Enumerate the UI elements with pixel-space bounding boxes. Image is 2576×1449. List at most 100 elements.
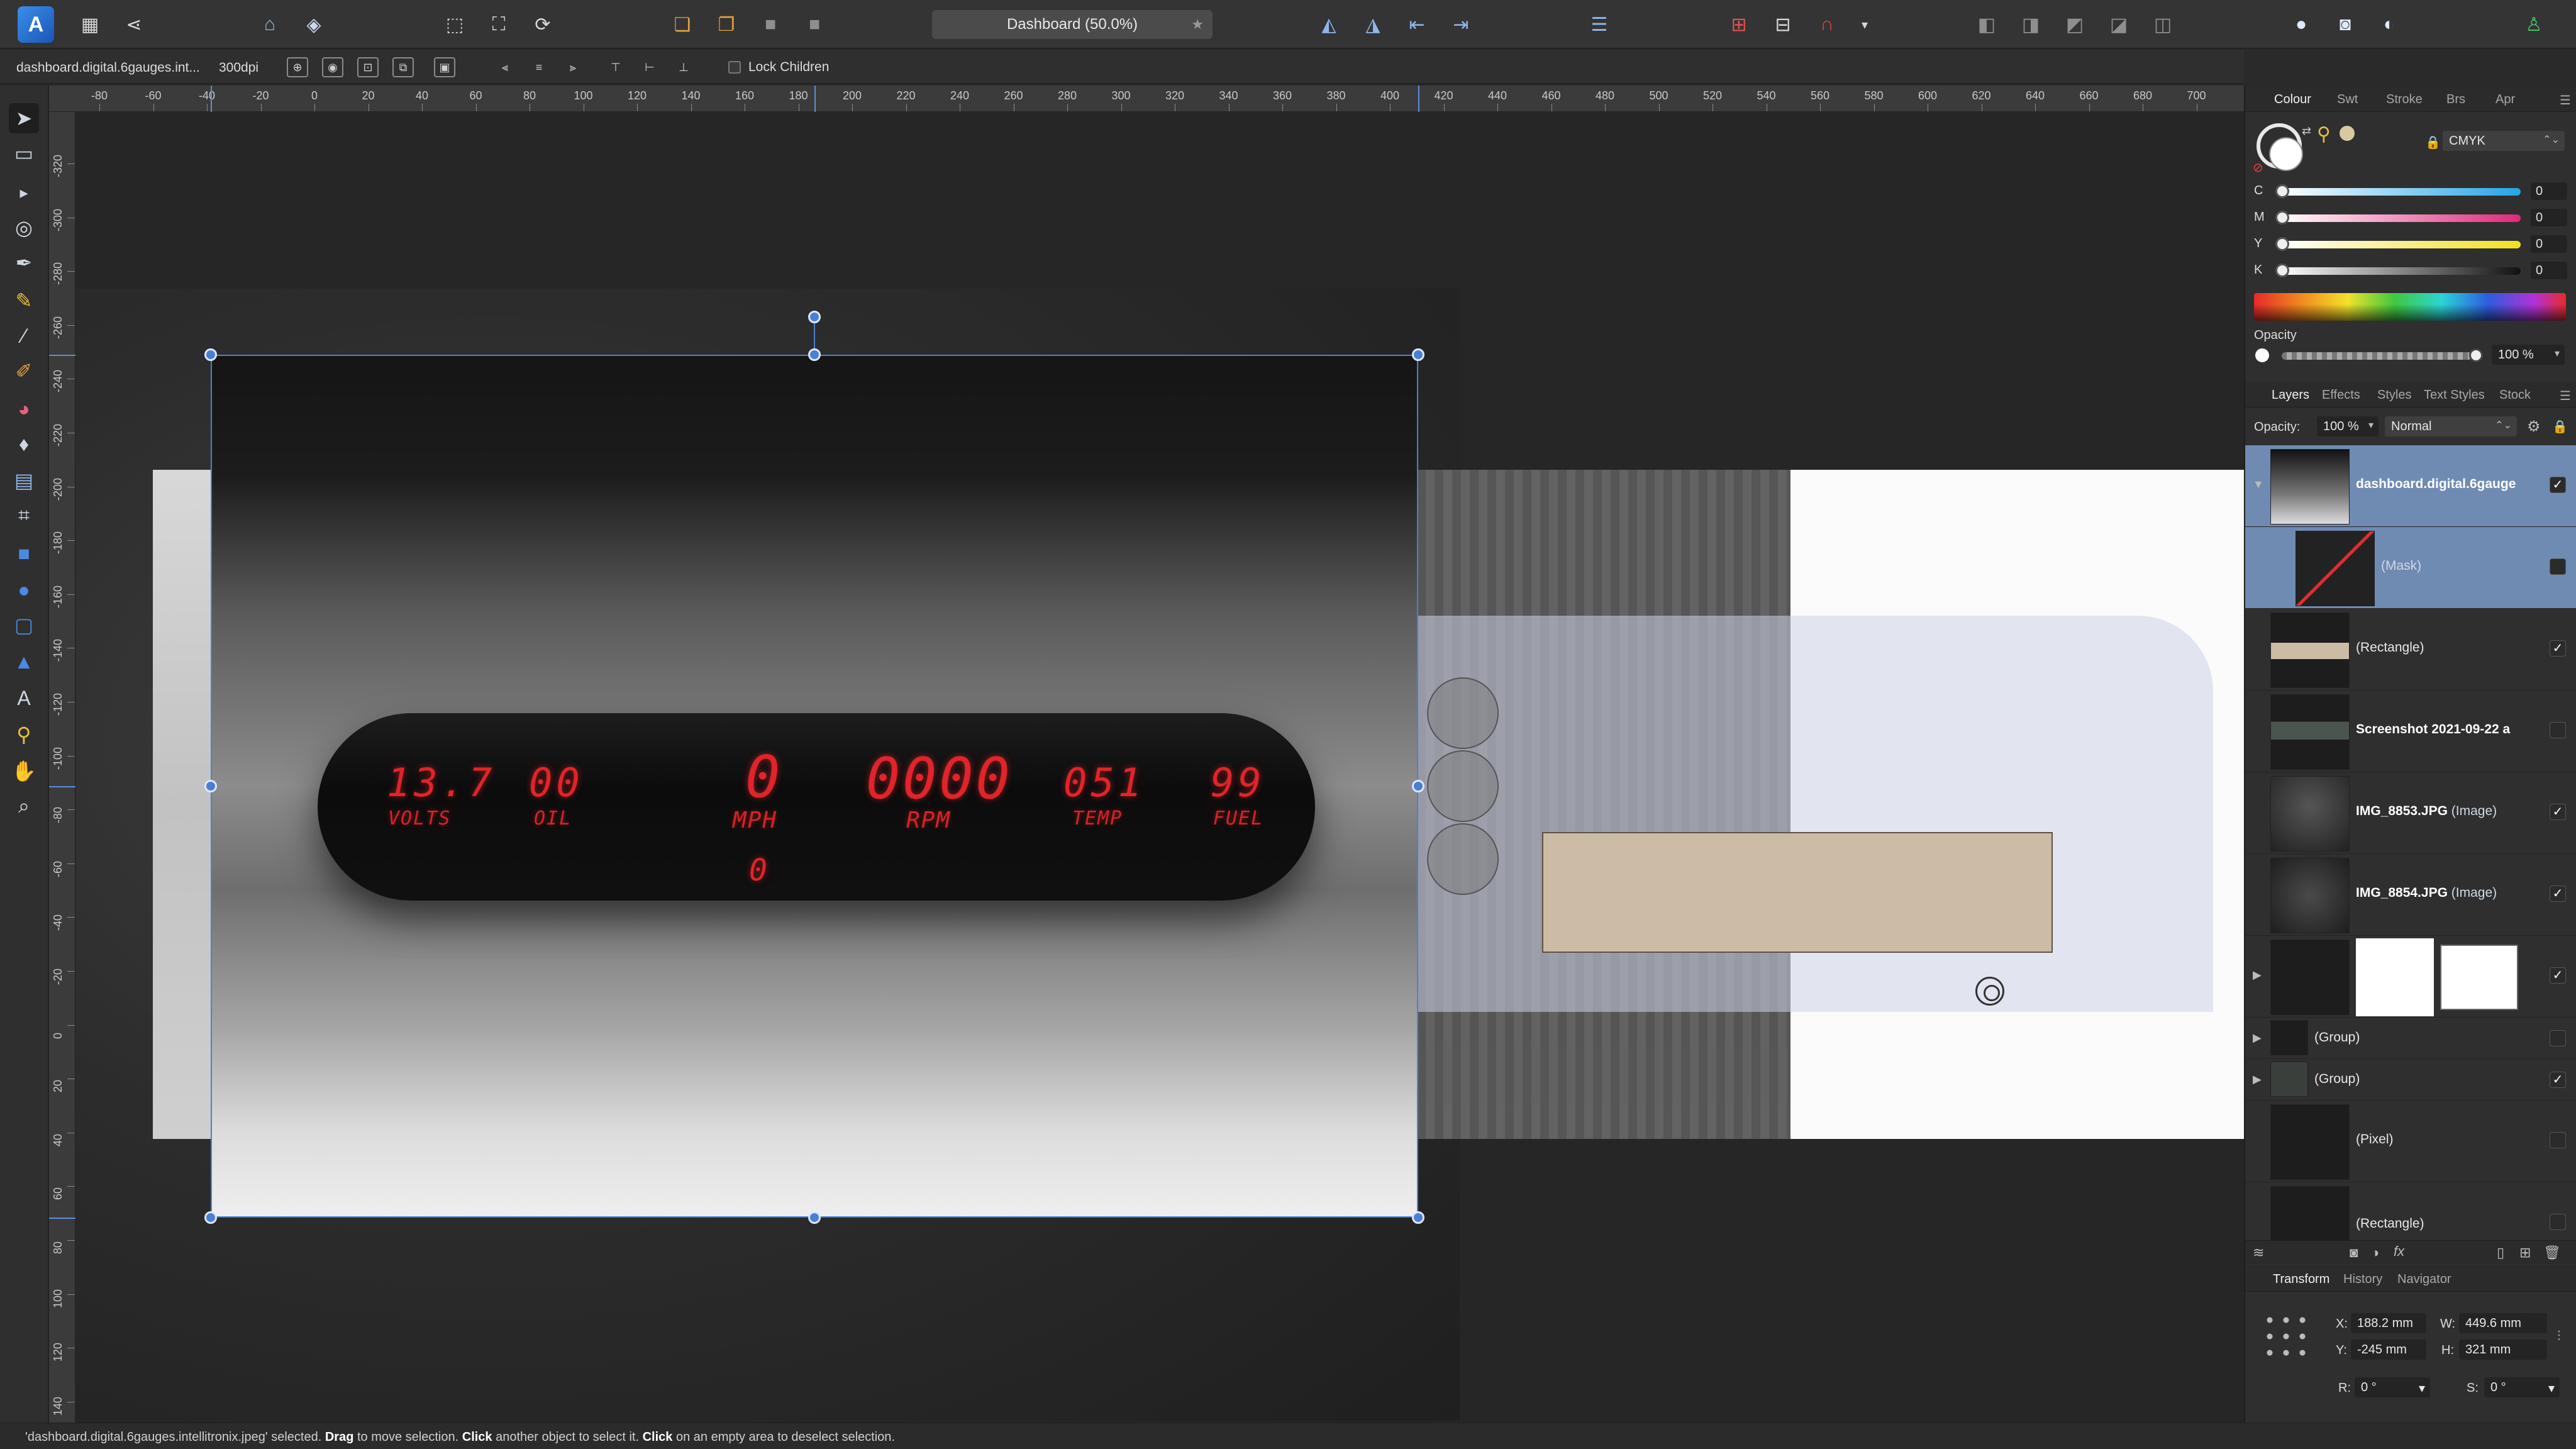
fill-swatch[interactable] — [2269, 137, 2303, 171]
eye-icon[interactable]: ◉ — [322, 57, 343, 77]
resize-handle-top[interactable] — [808, 348, 821, 361]
gauge-hole[interactable] — [1427, 750, 1499, 822]
layer-row[interactable]: (Rectangle) ✓ — [2245, 1182, 2576, 1240]
zoom-tool-icon[interactable]: ⌕ — [9, 791, 39, 821]
picked-color-swatch[interactable] — [2340, 126, 2355, 141]
align-middle-icon[interactable]: ⊢ — [639, 57, 660, 77]
yellow-slider[interactable]: Y 0 — [2254, 235, 2568, 254]
replace-image-icon[interactable]: ⧉ — [392, 57, 414, 77]
boolean-xor-icon[interactable]: ◪ — [2103, 9, 2135, 40]
boolean-intersect-icon[interactable]: ◩ — [2059, 9, 2090, 40]
tab-brushes[interactable]: Brs — [2446, 92, 2465, 107]
gear-icon[interactable]: ⚙ — [2527, 418, 2541, 436]
arrange-top-icon[interactable]: ■ — [799, 9, 830, 40]
layer-row[interactable]: ▶ ✓ — [2245, 936, 2576, 1018]
opacity-slider[interactable] — [2282, 352, 2472, 360]
black-slider[interactable]: K 0 — [2254, 262, 2568, 280]
magenta-track[interactable] — [2279, 214, 2521, 222]
cyan-knob[interactable] — [2275, 184, 2289, 198]
black-track[interactable] — [2279, 267, 2521, 275]
w-field[interactable]: 449.6 mm — [2459, 1313, 2547, 1333]
tab-layers[interactable]: Layers — [2272, 388, 2309, 402]
yellow-knob[interactable] — [2275, 237, 2289, 251]
rounded-rect-tool-icon[interactable]: ▢ — [9, 610, 39, 640]
panel-menu-icon[interactable]: ☰ — [2560, 92, 2571, 108]
visibility-checkbox[interactable]: ✓ — [2550, 1072, 2566, 1088]
swap-colors-icon[interactable]: ⇄ — [2302, 125, 2311, 138]
yellow-track[interactable] — [2279, 241, 2521, 248]
color-wheel-icon[interactable]: ◐ — [2373, 9, 2405, 40]
magenta-slider[interactable]: M 0 — [2254, 209, 2568, 228]
cyan-track[interactable] — [2279, 188, 2521, 196]
add-layer-icon[interactable]: ▯ — [2497, 1245, 2504, 1261]
grid-icon[interactable]: ⊞ — [1723, 9, 1755, 40]
resize-handle-right[interactable] — [1412, 780, 1424, 792]
group-icon[interactable]: ⊞ — [2519, 1245, 2531, 1261]
expand-arrow-icon[interactable]: ▶ — [2253, 969, 2262, 982]
target-icon[interactable]: ⊕ — [287, 57, 308, 77]
edit-image-icon[interactable]: ▣ — [434, 57, 455, 77]
lock-icon[interactable]: 🔒 — [2425, 135, 2441, 150]
visibility-checkbox[interactable]: ✓ — [2550, 1030, 2566, 1046]
tab-stroke[interactable]: Stroke — [2386, 92, 2423, 107]
star-icon[interactable]: ★ — [1191, 16, 1204, 33]
visibility-checkbox[interactable]: ✓ — [2550, 558, 2566, 575]
assistant-icon[interactable]: ⌂ — [254, 9, 286, 40]
guides-icon[interactable]: ⊟ — [1767, 9, 1799, 40]
layer-row[interactable]: ▶ (Group) ✓ — [2245, 1059, 2576, 1101]
tab-colour[interactable]: Colour — [2274, 92, 2311, 107]
gauge-hole[interactable] — [1427, 677, 1499, 749]
hand-tool-icon[interactable]: ✋ — [9, 756, 39, 786]
x-field[interactable]: 188.2 mm — [2351, 1313, 2426, 1333]
color-picker-icon[interactable]: ⚲ — [9, 719, 39, 750]
lock-children-toggle[interactable]: Lock Children — [728, 60, 829, 75]
resize-handle-bottom[interactable] — [808, 1211, 821, 1224]
layer-row[interactable]: (Pixel) ✓ — [2245, 1101, 2576, 1182]
rotation-field[interactable]: 0 ° ▾ — [2355, 1377, 2430, 1397]
lock-children-checkbox[interactable] — [728, 61, 741, 74]
yellow-value[interactable]: 0 — [2531, 235, 2567, 253]
selection-box-icon[interactable]: ⬚ — [439, 9, 470, 40]
snapping-magnet-icon[interactable]: ∩ — [1811, 9, 1843, 40]
flip-vertical-icon[interactable]: ◮ — [1357, 9, 1389, 40]
blend-mode-select[interactable]: Normal ⌃⌄ — [2385, 416, 2517, 436]
crop-tool-icon[interactable]: ⌗ — [9, 501, 39, 531]
arrange-front-icon[interactable]: ■ — [755, 9, 786, 40]
link-icon[interactable]: ⫶ — [2557, 1328, 2561, 1345]
visibility-checkbox[interactable]: ✓ — [2550, 722, 2566, 738]
text-tool-icon[interactable]: A — [9, 683, 39, 713]
document-title[interactable]: Dashboard (50.0%) ★ — [932, 10, 1213, 39]
adjustment-icon[interactable]: ◑ — [2371, 1245, 2379, 1261]
align-top-icon[interactable]: ⊤ — [605, 57, 626, 77]
layer-row[interactable]: Screenshot 2021-09-22 a ✓ — [2245, 691, 2576, 772]
chevron-down-icon[interactable]: ▾ — [1849, 9, 1880, 40]
tab-appearance[interactable]: Apr — [2496, 92, 2515, 107]
rotation-handle[interactable] — [808, 311, 821, 323]
align-icon[interactable]: ☰ — [1584, 9, 1615, 40]
visibility-checkbox[interactable]: ✓ — [2550, 886, 2566, 902]
pixel-persona-icon[interactable]: ▦ — [74, 9, 106, 40]
shear-field[interactable]: 0 ° ▾ — [2484, 1377, 2560, 1397]
visibility-checkbox[interactable]: ✓ — [2550, 1214, 2566, 1230]
share-icon[interactable]: ⋖ — [118, 9, 150, 40]
ellipse-tool-icon[interactable]: ● — [9, 575, 39, 605]
panel-menu-icon[interactable]: ☰ — [2560, 388, 2571, 404]
node-tool-icon[interactable]: ▸ — [9, 177, 39, 208]
rotate-left-icon[interactable]: ⇤ — [1401, 9, 1433, 40]
rectangle-tool-icon[interactable]: ■ — [9, 538, 39, 569]
vertical-ruler[interactable]: -320 -300 -280 -260 -240 -220 -200 -180 -160 -140… — [49, 112, 75, 1423]
arrange-forward-icon[interactable]: ❐ — [711, 9, 742, 40]
tab-transform[interactable]: Transform — [2273, 1272, 2329, 1287]
app-logo-icon[interactable]: A — [18, 6, 54, 43]
pencil-tool-icon[interactable]: ✎ — [9, 286, 39, 316]
opacity-value-field[interactable]: 100 % ▾ — [2492, 345, 2565, 365]
align-left-icon[interactable]: ⫷ — [494, 57, 516, 77]
corner-tool-icon[interactable]: ◎ — [9, 213, 39, 243]
user-account-icon[interactable]: ♙ — [2518, 9, 2550, 40]
tan-rectangle[interactable] — [1542, 832, 2053, 953]
anchor-point-selector[interactable] — [2262, 1312, 2312, 1362]
black-value[interactable]: 0 — [2531, 262, 2567, 279]
tab-history[interactable]: History — [2343, 1272, 2382, 1287]
tab-swatches[interactable]: Swt — [2337, 92, 2358, 107]
fill-tool-icon[interactable]: ◕ — [9, 394, 39, 424]
